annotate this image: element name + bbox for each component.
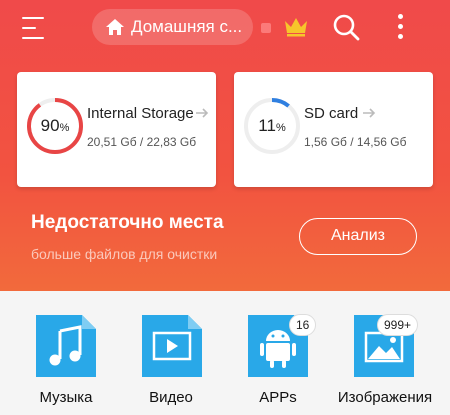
category-label: Видео (149, 389, 193, 406)
sd-card-card[interactable]: 11% SD card 1,56 Gб / 14,56 Gб (234, 72, 433, 187)
internal-storage-card[interactable]: 90% Internal Storage 20,51 Gб / 22,83 Gб (17, 72, 216, 187)
arrow-right-icon (363, 108, 376, 118)
home-icon (106, 19, 124, 35)
internal-storage-size: 20,51 Gб / 22,83 Gб (87, 135, 197, 149)
video-icon (142, 315, 202, 377)
category-row: Музыка Видео 16 APPs 999+ Изображения (0, 291, 450, 415)
storage-hero: Домашняя с... 90% Internal Storage 20,51… (0, 0, 450, 291)
category-label: APPs (259, 389, 297, 406)
analyze-button[interactable]: Анализ (299, 218, 417, 255)
low-space-title: Недостаточно места (31, 212, 224, 233)
top-bar: Домашняя с... (0, 0, 450, 56)
music-icon (36, 315, 96, 377)
internal-percent: 90 (40, 116, 60, 135)
internal-storage-label: Internal Storage (87, 105, 194, 122)
category-music[interactable]: Музыка (11, 315, 121, 415)
apps-count-badge: 16 (289, 314, 317, 336)
category-apps[interactable]: 16 APPs (223, 314, 333, 415)
images-count-badge: 999+ (377, 314, 419, 336)
category-images[interactable]: 999+ Изображения (330, 314, 440, 415)
category-video[interactable]: Видео (116, 315, 226, 415)
location-breadcrumb[interactable]: Домашняя с... (92, 9, 253, 45)
notification-dot (261, 23, 271, 33)
sd-card-size: 1,56 Gб / 14,56 Gб (304, 135, 407, 149)
location-label: Домашняя с... (131, 17, 243, 36)
more-icon[interactable] (397, 14, 405, 42)
menu-icon[interactable] (22, 14, 50, 42)
sd-card-label: SD card (304, 105, 359, 122)
arrow-right-icon (196, 108, 209, 118)
low-space-subtitle: больше файлов для очистки (31, 246, 218, 262)
sd-percent: 11 (258, 116, 276, 135)
category-label: Изображения (337, 389, 433, 406)
category-label: Музыка (39, 389, 93, 406)
crown-icon[interactable] (283, 15, 309, 37)
search-icon[interactable] (332, 13, 360, 41)
